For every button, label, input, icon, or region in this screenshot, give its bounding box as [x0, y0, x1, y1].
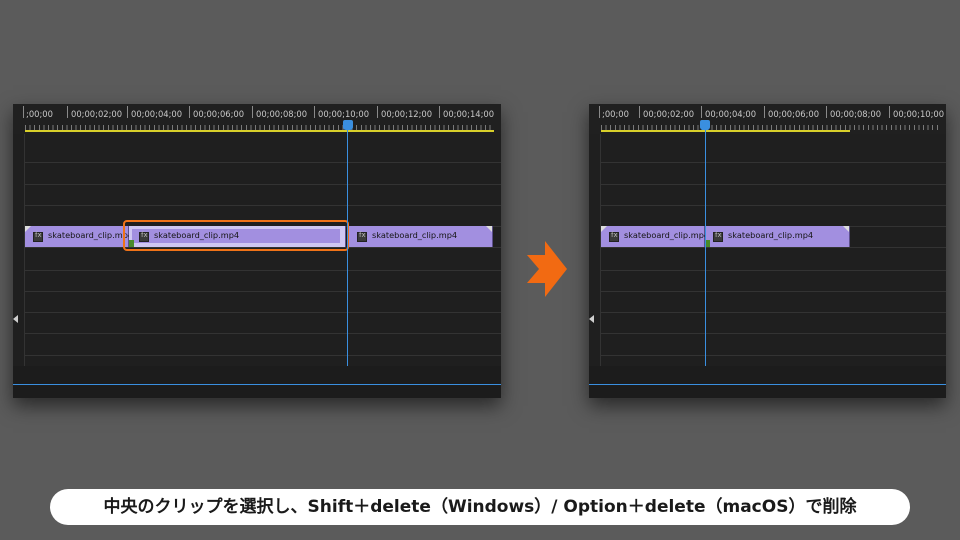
- ruler-label: 00;00;04;00: [131, 109, 183, 119]
- ruler-label: 00;00;10;00: [318, 109, 370, 119]
- ruler-tick: [252, 106, 253, 118]
- track-divider: [600, 312, 946, 313]
- ruler-label: 00;00;06;00: [768, 109, 820, 119]
- playhead-handle[interactable]: [343, 120, 353, 130]
- ruler-tick: [314, 106, 315, 118]
- timeline-footer: [13, 366, 501, 398]
- ruler-tick: [439, 106, 440, 118]
- ruler-label: 00;00;02;00: [643, 109, 695, 119]
- timeline-footer: [589, 366, 946, 398]
- track-divider: [24, 184, 501, 185]
- timeline-scroll-line[interactable]: [589, 384, 946, 385]
- ruler-label: ;00;00: [26, 109, 53, 119]
- selection-highlight: [123, 220, 349, 251]
- ruler-label: 00;00;08;00: [830, 109, 882, 119]
- track-divider: [600, 205, 946, 206]
- ruler-tick: [189, 106, 190, 118]
- track-divider: [600, 355, 946, 356]
- film-icon: fx: [609, 231, 619, 242]
- ruler-label: 00;00;04;00: [705, 109, 757, 119]
- track-divider: [24, 205, 501, 206]
- video-clip[interactable]: fx skateboard_clip.mp4: [601, 226, 709, 247]
- track-divider: [24, 355, 501, 356]
- clip-corner-marker: [843, 226, 849, 232]
- ruler-label: ;00;00: [602, 109, 629, 119]
- ruler-tick: [889, 106, 890, 118]
- work-area-bar[interactable]: [601, 130, 850, 132]
- clip-corner-marker: [25, 226, 31, 232]
- ruler-label: 00;00;14;00: [443, 109, 495, 119]
- track-divider: [600, 247, 946, 248]
- track-divider: [24, 162, 501, 163]
- track-divider: [600, 333, 946, 334]
- playhead-line[interactable]: [347, 126, 348, 366]
- instruction-caption: 中央のクリップを選択し、Shift＋delete（Windows）/ Optio…: [50, 489, 910, 525]
- playhead-handle[interactable]: [700, 120, 710, 130]
- ruler-tick: [67, 106, 68, 118]
- film-icon: fx: [713, 231, 723, 242]
- ruler-tick: [701, 106, 702, 118]
- ruler-tick: [826, 106, 827, 118]
- track-divider: [24, 291, 501, 292]
- clip-name: skateboard_clip.mp4: [728, 230, 814, 240]
- track-divider: [600, 162, 946, 163]
- time-ruler[interactable]: ;00;00 00;00;02;00 00;00;04;00 00;00;06;…: [13, 104, 501, 134]
- ruler-label: 00;00;08;00: [256, 109, 308, 119]
- track-divider: [24, 312, 501, 313]
- clip-name: skateboard_clip.mp4: [48, 230, 134, 240]
- timeline-panel-after: ;00;00 00;00;02;00 00;00;04;00 00;00;06;…: [589, 104, 946, 398]
- ruler-tick: [599, 106, 600, 118]
- timeline-scroll-line[interactable]: [13, 384, 501, 385]
- video-clip[interactable]: fx skateboard_clip.mp4: [25, 226, 133, 247]
- film-icon: fx: [357, 231, 367, 242]
- track-divider: [600, 184, 946, 185]
- clip-corner-marker: [486, 226, 492, 232]
- ruler-tick: [23, 106, 24, 118]
- ruler-label: 00;00;10;00: [893, 109, 945, 119]
- ruler-label: 00;00;06;00: [193, 109, 245, 119]
- ruler-tick: [764, 106, 765, 118]
- track-divider: [24, 270, 501, 271]
- work-area-bar[interactable]: [25, 130, 494, 132]
- track-divider: [600, 291, 946, 292]
- film-icon: fx: [33, 231, 43, 242]
- clip-corner-marker: [601, 226, 607, 232]
- ruler-tick: [639, 106, 640, 118]
- track-divider: [24, 333, 501, 334]
- ruler-tick: [377, 106, 378, 118]
- clip-name: skateboard_clip.mp4: [624, 230, 710, 240]
- arrow-right-icon: [527, 241, 567, 297]
- video-clip[interactable]: fx skateboard_clip.mp4: [349, 226, 493, 247]
- caret-left-icon[interactable]: [589, 315, 594, 323]
- clip-name: skateboard_clip.mp4: [372, 230, 458, 240]
- ruler-tick: [127, 106, 128, 118]
- ruler-label: 00;00;12;00: [381, 109, 433, 119]
- caret-left-icon[interactable]: [13, 315, 18, 323]
- time-ruler[interactable]: ;00;00 00;00;02;00 00;00;04;00 00;00;06;…: [589, 104, 946, 134]
- playhead-line[interactable]: [705, 126, 706, 366]
- track-divider: [600, 270, 946, 271]
- ruler-label: 00;00;02;00: [71, 109, 123, 119]
- video-clip[interactable]: fx skateboard_clip.mp4: [705, 226, 850, 247]
- timeline-panel-before: ;00;00 00;00;02;00 00;00;04;00 00;00;06;…: [13, 104, 501, 398]
